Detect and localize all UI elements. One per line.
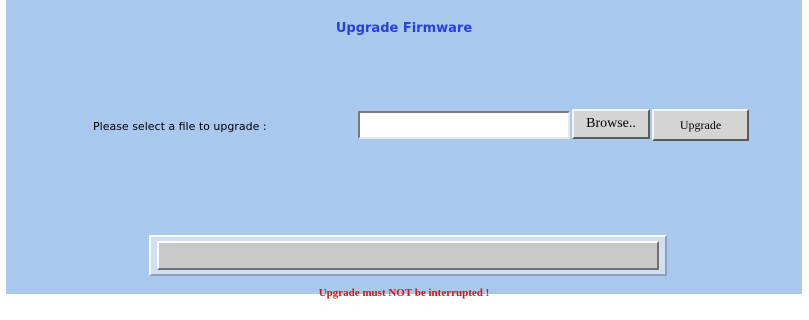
browse-button[interactable]: Browse.. bbox=[572, 109, 650, 139]
progress-bar bbox=[157, 241, 659, 270]
file-path-input[interactable] bbox=[358, 111, 570, 139]
upgrade-button[interactable]: Upgrade bbox=[652, 109, 749, 141]
warning-message: Upgrade must NOT be interrupted ! bbox=[318, 287, 490, 299]
select-file-label: Please select a file to upgrade : bbox=[93, 120, 267, 133]
progress-bar-frame bbox=[149, 235, 667, 276]
upgrade-panel: Upgrade Firmware Please select a file to… bbox=[6, 0, 802, 299]
page-title: Upgrade Firmware bbox=[335, 21, 473, 36]
